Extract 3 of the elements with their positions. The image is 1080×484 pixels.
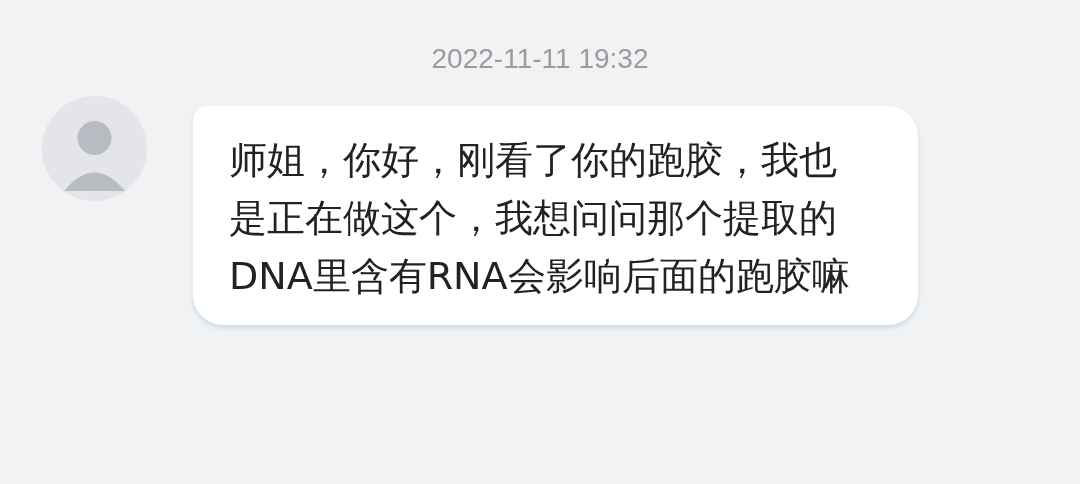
avatar-icon[interactable] xyxy=(42,96,147,201)
message-bubble: 师姐，你好，刚看了你的跑胶，我也是正在做这个，我想问问那个提取的DNA里含有RNA会影响后面的跑胶嘛 xyxy=(193,106,918,325)
message-timestamp: 2022-11-11 19:32 xyxy=(431,42,649,76)
